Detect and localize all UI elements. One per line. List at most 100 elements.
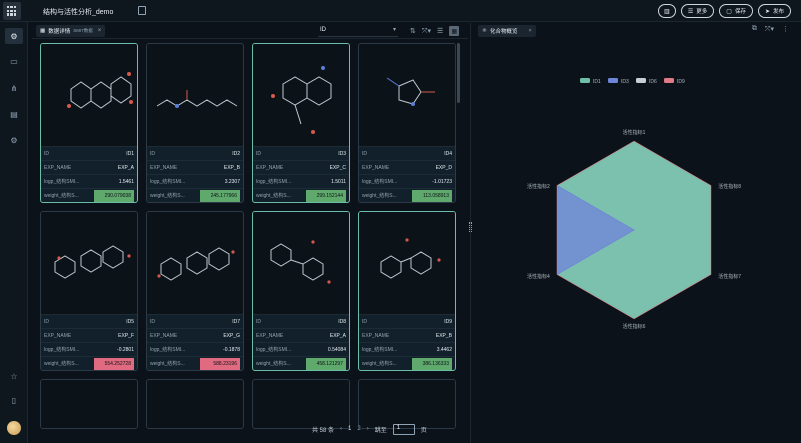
row-key: EXP_NAME — [150, 164, 178, 171]
row-key: EXP_NAME — [256, 332, 284, 339]
next-page-button[interactable]: › — [367, 426, 369, 432]
row-value: ID7 — [232, 318, 240, 325]
publish-button[interactable]: ➤ 发布 — [757, 4, 791, 18]
close-icon[interactable]: × — [528, 28, 531, 34]
more-button[interactable]: ☰ 更多 — [680, 4, 715, 18]
row-logp: logp_结构SMI... 3.4462 — [359, 342, 455, 356]
rail-chart-icon[interactable]: ⋔ — [5, 80, 23, 96]
row-id: ID ID8 — [253, 314, 349, 328]
row-id: ID ID9 — [359, 314, 455, 328]
row-id: ID ID2 — [147, 146, 243, 160]
legend-label: ID1 — [593, 79, 601, 85]
tab-data-detail[interactable]: ▦ 数据详情 SMI7数据 × — [36, 25, 106, 37]
row-exp-name: EXP_NAME EXP_A — [41, 160, 137, 174]
row-key: logp_结构SMI... — [256, 347, 292, 353]
scrollbar[interactable] — [457, 43, 460, 103]
compound-card[interactable]: ID ID3 EXP_NAME EXP_C logp_结构SMI... 1.5011 wei… — [252, 43, 350, 203]
molecule-structure — [253, 44, 349, 146]
list-icon: ☰ — [687, 8, 694, 15]
copy-icon[interactable]: ⧉ — [752, 25, 757, 34]
compound-card[interactable] — [358, 379, 456, 429]
row-value: EXP_C — [329, 164, 346, 171]
compound-card[interactable]: ID ID9 EXP_NAME EXP_B logp_结构SMI... 3.4462 wei… — [358, 211, 456, 371]
rail-book-icon[interactable]: ▭ — [5, 53, 23, 69]
row-key: weight_结构S... — [256, 193, 291, 199]
legend-label: ID9 — [677, 79, 685, 85]
molecule-structure — [359, 44, 455, 146]
compound-card[interactable] — [146, 379, 244, 429]
rail-star-icon[interactable]: ☆ — [5, 368, 23, 384]
rail-settings-icon[interactable]: ⚙ — [5, 28, 23, 44]
row-value: ID2 — [232, 150, 240, 157]
row-weight: weight_结构S... 386.136333 — [359, 356, 455, 370]
save-button[interactable]: ▢ 保存 — [719, 4, 753, 18]
compound-card[interactable] — [252, 379, 350, 429]
legend-swatch — [608, 78, 618, 83]
layout-button[interactable]: ▥ — [657, 4, 676, 18]
list-view-icon[interactable]: ☰ — [437, 27, 443, 35]
compound-overview-panel: ⚛ 化合物概览 × ⧉ ⤧▾ ⋮ ID1 ID3 ID6 ID9 活性指标1 活性指标8 活… — [474, 23, 801, 443]
drag-handle-icon[interactable] — [469, 222, 472, 232]
expand-icon[interactable]: ⤧▾ — [765, 25, 774, 34]
apps-grid-icon[interactable] — [3, 2, 21, 20]
row-id: ID ID5 — [41, 314, 137, 328]
row-value: -0.1878 — [223, 346, 240, 353]
row-key: weight_结构S... — [362, 193, 397, 199]
pagination: 共 58 条 ‹ 1 2 › 跳至 1 页 — [312, 423, 427, 435]
compound-card[interactable]: ID ID1 EXP_NAME EXP_A logp_结构SMI... 1.5461 wei… — [40, 43, 138, 203]
tab-compound-overview[interactable]: ⚛ 化合物概览 × — [478, 25, 536, 37]
row-value: 3.2307 — [224, 178, 240, 185]
row-exp-name: EXP_NAME EXP_F — [41, 328, 137, 342]
row-key: ID — [150, 318, 155, 325]
row-key: logp_结构SMI... — [256, 179, 292, 185]
row-key: EXP_NAME — [44, 332, 72, 339]
document-icon[interactable] — [138, 6, 146, 15]
page-2-button[interactable]: 2 — [357, 426, 360, 432]
rail-gear-icon[interactable]: ⚙ — [5, 132, 23, 148]
row-id: ID ID3 — [253, 146, 349, 160]
row-value: EXP_D — [435, 164, 452, 171]
row-key: logp_结构SMI... — [44, 347, 80, 353]
row-key: EXP_NAME — [362, 332, 390, 339]
sort-field-select[interactable]: ID ▾ — [318, 25, 398, 37]
weight-value: 299.152144 — [306, 189, 346, 202]
compound-card[interactable]: ID ID7 EXP_NAME EXP_G logp_结构SMI... -0.1878 we… — [146, 211, 244, 371]
prev-page-button[interactable]: ‹ — [340, 426, 342, 432]
row-exp-name: EXP_NAME EXP_A — [253, 328, 349, 342]
legend-label: ID3 — [621, 79, 629, 85]
more-icon[interactable]: ⋮ — [782, 25, 789, 34]
weight-value: 554.252728 — [94, 357, 134, 370]
compound-card[interactable]: ID ID5 EXP_NAME EXP_F logp_结构SMI... -0.2801 we… — [40, 211, 138, 371]
grid-view-icon[interactable]: ▦ — [449, 26, 460, 36]
row-key: weight_结构S... — [44, 193, 79, 199]
save-button-label: 保存 — [734, 9, 746, 15]
axis-label: 活性指标6 — [623, 323, 646, 330]
compound-card[interactable]: ID ID2 EXP_NAME EXP_B logp_结构SMI... 3.2307 wei… — [146, 43, 244, 203]
row-key: logp_结构SMI... — [44, 179, 80, 185]
molecule-structure — [41, 212, 137, 314]
page-1-button[interactable]: 1 — [348, 426, 351, 432]
compound-card[interactable]: ID ID4 EXP_NAME EXP_D logp_结构SMI... -1.01723 w… — [358, 43, 456, 203]
row-weight: weight_结构S... 554.252728 — [41, 356, 137, 370]
avatar[interactable] — [7, 421, 21, 435]
top-actions: ▥ ☰ 更多 ▢ 保存 ➤ 发布 — [657, 4, 791, 18]
goto-input[interactable]: 1 — [392, 423, 415, 435]
compound-card[interactable]: ID ID8 EXP_NAME EXP_A logp_结构SMI... 0.54084 we… — [252, 211, 350, 371]
close-icon[interactable]: × — [98, 28, 102, 34]
expand-icon[interactable]: ⤧▾ — [422, 27, 431, 36]
row-exp-name: EXP_NAME EXP_C — [253, 160, 349, 174]
legend-swatch — [580, 78, 590, 83]
row-exp-name: EXP_NAME EXP_G — [147, 328, 243, 342]
table-icon: ▦ — [40, 28, 46, 34]
compound-card[interactable] — [40, 379, 138, 429]
panel-splitter[interactable] — [470, 23, 471, 443]
rail-database-icon[interactable]: ▤ — [5, 106, 23, 122]
molecule-structure — [147, 212, 243, 314]
sort-icon[interactable]: ⇅ — [410, 27, 416, 35]
row-value: -1.01723 — [432, 178, 452, 185]
row-value: ID9 — [444, 318, 452, 325]
rail-help-icon[interactable]: ▯ — [5, 392, 23, 408]
row-value: EXP_G — [223, 332, 240, 339]
row-key: weight_结构S... — [150, 193, 185, 199]
row-value: EXP_A — [329, 332, 346, 339]
